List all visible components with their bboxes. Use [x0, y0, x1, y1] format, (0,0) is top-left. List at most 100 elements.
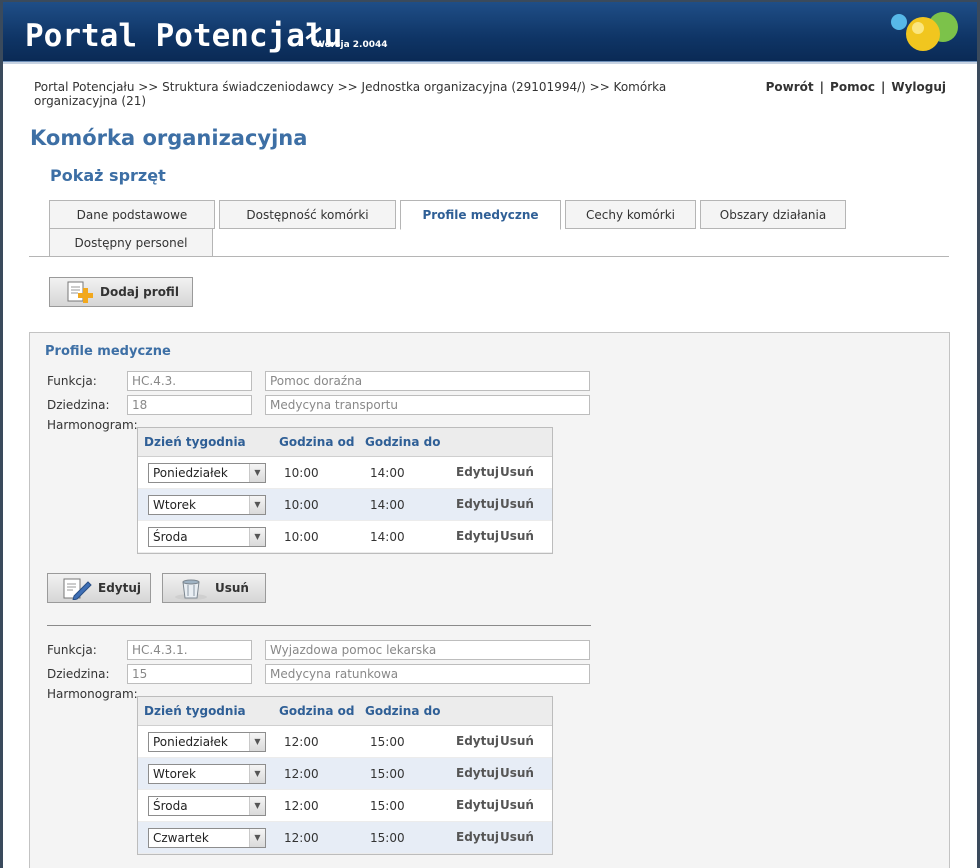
function-name-field: Pomoc doraźna: [265, 371, 590, 391]
chevron-down-icon[interactable]: ▼: [249, 765, 265, 783]
table-row: Poniedziałek ▼ 10:00 14:00 Edytuj Usuń: [138, 457, 552, 489]
hour-to: 14:00: [370, 530, 405, 544]
domain-label: Dziedzina:: [47, 667, 110, 681]
portal-logo-icon: [891, 12, 958, 51]
hour-to: 15:00: [370, 735, 405, 749]
hour-to: 14:00: [370, 498, 405, 512]
delete-profile-label: Usuń: [215, 581, 249, 595]
domain-code-field: 15: [127, 664, 252, 684]
table-row: Środa ▼ 12:00 15:00 Edytuj Usuń: [138, 790, 552, 822]
day-select[interactable]: Czwartek ▼: [148, 828, 266, 848]
function-label: Funkcja:: [47, 643, 97, 657]
day-select-value: Środa: [153, 530, 188, 544]
tab-available-staff[interactable]: Dostępny personel: [49, 228, 213, 257]
day-select[interactable]: Poniedziałek ▼: [148, 732, 266, 752]
hour-to: 15:00: [370, 799, 405, 813]
table-row: Czwartek ▼ 12:00 15:00 Edytuj Usuń: [138, 822, 552, 854]
row-delete-link[interactable]: Usuń: [500, 497, 534, 511]
tab-medical-profiles[interactable]: Profile medyczne: [400, 200, 561, 230]
table-row: Wtorek ▼ 12:00 15:00 Edytuj Usuń: [138, 758, 552, 790]
chevron-down-icon[interactable]: ▼: [249, 528, 265, 546]
hour-from: 10:00: [284, 498, 319, 512]
column-day: Dzień tygodnia: [144, 435, 246, 449]
row-delete-link[interactable]: Usuń: [500, 734, 534, 748]
row-delete-link[interactable]: Usuń: [500, 529, 534, 543]
schedule-table-header: Dzień tygodnia Godzina od Godzina do: [138, 428, 552, 457]
tab-operation-areas[interactable]: Obszary działania: [700, 200, 846, 229]
row-edit-link[interactable]: Edytuj: [456, 766, 499, 780]
column-to: Godzina do: [365, 435, 441, 449]
page-title: Komórka organizacyjna: [30, 126, 308, 150]
day-select[interactable]: Wtorek ▼: [148, 495, 266, 515]
help-link[interactable]: Pomoc: [830, 80, 875, 94]
day-select-value: Czwartek: [153, 831, 209, 845]
row-edit-link[interactable]: Edytuj: [456, 529, 499, 543]
tab-cell-features[interactable]: Cechy komórki: [565, 200, 696, 229]
sub-title-link[interactable]: Pokaż sprzęt: [50, 166, 166, 185]
top-links: Powrót | Pomoc | Wyloguj: [766, 80, 946, 94]
hour-to: 14:00: [370, 466, 405, 480]
row-delete-link[interactable]: Usuń: [500, 766, 534, 780]
column-from: Godzina od: [279, 704, 355, 718]
section-title: Profile medyczne: [45, 344, 171, 359]
row-edit-link[interactable]: Edytuj: [456, 798, 499, 812]
chevron-down-icon[interactable]: ▼: [249, 496, 265, 514]
schedule-label: Harmonogram:: [47, 418, 138, 432]
hour-to: 15:00: [370, 767, 405, 781]
app-header: Portal Potencjału Wersja 2.0044: [3, 2, 977, 62]
chevron-down-icon[interactable]: ▼: [249, 797, 265, 815]
day-select-value: Środa: [153, 799, 188, 813]
function-code-field: HC.4.3.1.: [127, 640, 252, 660]
day-select-value: Poniedziałek: [153, 466, 228, 480]
day-select[interactable]: Poniedziałek ▼: [148, 463, 266, 483]
chevron-down-icon[interactable]: ▼: [249, 733, 265, 751]
row-delete-link[interactable]: Usuń: [500, 465, 534, 479]
chevron-down-icon[interactable]: ▼: [249, 464, 265, 482]
back-link[interactable]: Powrót: [766, 80, 814, 94]
add-profile-label: Dodaj profil: [100, 285, 179, 299]
app-title: Portal Potencjału: [25, 18, 343, 54]
edit-pencil-icon: [63, 578, 92, 600]
row-edit-link[interactable]: Edytuj: [456, 734, 499, 748]
breadcrumb[interactable]: Portal Potencjału >> Struktura świadczen…: [34, 80, 704, 108]
function-code-field: HC.4.3.: [127, 371, 252, 391]
delete-profile-button[interactable]: Usuń: [162, 573, 266, 603]
day-select[interactable]: Wtorek ▼: [148, 764, 266, 784]
row-edit-link[interactable]: Edytuj: [456, 830, 499, 844]
tab-availability[interactable]: Dostępność komórki: [219, 200, 396, 229]
profile-divider: [47, 625, 591, 626]
day-select-value: Wtorek: [153, 767, 196, 781]
chevron-down-icon[interactable]: ▼: [249, 829, 265, 847]
row-delete-link[interactable]: Usuń: [500, 798, 534, 812]
app-version: Wersja 2.0044: [315, 40, 388, 50]
tab-divider: [29, 256, 949, 257]
row-edit-link[interactable]: Edytuj: [456, 465, 499, 479]
column-to: Godzina do: [365, 704, 441, 718]
domain-name-field: Medycyna ratunkowa: [265, 664, 590, 684]
hour-from: 10:00: [284, 466, 319, 480]
hour-from: 10:00: [284, 530, 319, 544]
domain-label: Dziedzina:: [47, 398, 110, 412]
row-delete-link[interactable]: Usuń: [500, 830, 534, 844]
function-label: Funkcja:: [47, 374, 97, 388]
table-row: Poniedziałek ▼ 12:00 15:00 Edytuj Usuń: [138, 726, 552, 758]
hour-from: 12:00: [284, 735, 319, 749]
hour-from: 12:00: [284, 831, 319, 845]
edit-profile-label: Edytuj: [98, 581, 142, 595]
schedule-table: Dzień tygodnia Godzina od Godzina do Pon…: [137, 696, 553, 855]
breadcrumb-text[interactable]: Portal Potencjału >> Struktura świadczen…: [34, 80, 666, 108]
schedule-table: Dzień tygodnia Godzina od Godzina do Pon…: [137, 427, 553, 554]
row-edit-link[interactable]: Edytuj: [456, 497, 499, 511]
edit-profile-button[interactable]: Edytuj: [47, 573, 151, 603]
day-select[interactable]: Środa ▼: [148, 527, 266, 547]
add-profile-button[interactable]: Dodaj profil: [49, 277, 193, 307]
link-separator: |: [880, 80, 886, 94]
logout-link[interactable]: Wyloguj: [891, 80, 946, 94]
tab-basic-data[interactable]: Dane podstawowe: [49, 200, 215, 229]
day-select[interactable]: Środa ▼: [148, 796, 266, 816]
trash-icon: [175, 579, 207, 600]
table-row: Środa ▼ 10:00 14:00 Edytuj Usuń: [138, 521, 552, 553]
schedule-label: Harmonogram:: [47, 687, 138, 701]
schedule-table-header: Dzień tygodnia Godzina od Godzina do: [138, 697, 552, 726]
day-select-value: Poniedziałek: [153, 735, 228, 749]
